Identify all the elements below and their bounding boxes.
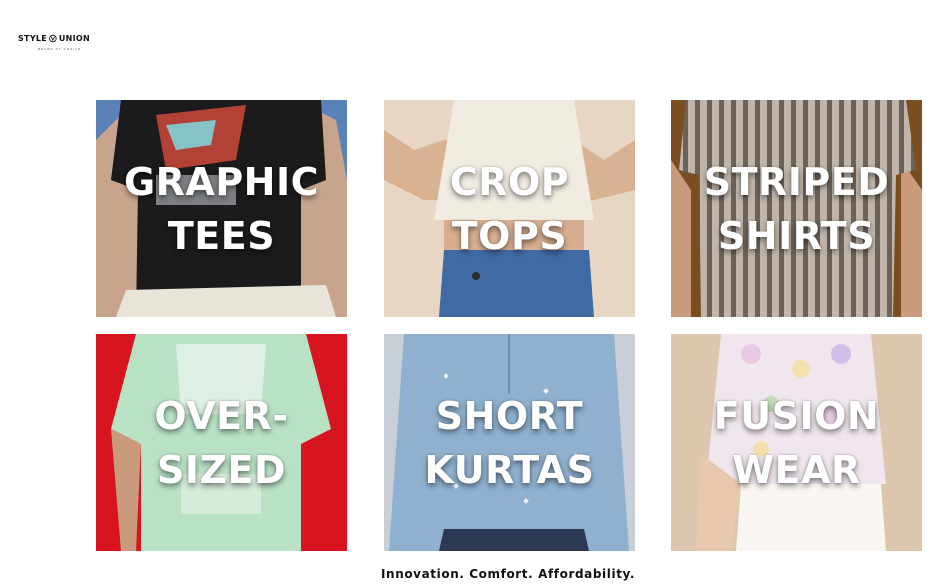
category-tile-striped-shirts[interactable]: STRIPED SHIRTS — [671, 100, 922, 317]
brand-subtitle: BRAND OF CHOICE — [38, 47, 82, 51]
logo-monogram-icon — [49, 34, 57, 43]
oversized-label: OVER- SIZED — [154, 393, 289, 492]
crop-tops-label: CROP TOPS — [449, 159, 570, 258]
category-grid: GRAPHIC TEES CROP TOPS STRIPED SHIRTS OV… — [96, 100, 922, 551]
striped-shirts-label: STRIPED SHIRTS — [703, 159, 890, 258]
brand-name-right: UNION — [58, 34, 90, 43]
category-tile-oversized[interactable]: OVER- SIZED — [96, 334, 347, 551]
category-tile-crop-tops[interactable]: CROP TOPS — [384, 100, 635, 317]
category-tile-graphic-tees[interactable]: GRAPHIC TEES — [96, 100, 347, 317]
tagline: Innovation. Comfort. Affordability. — [380, 567, 636, 581]
brand-logo[interactable]: STYLE UNION BRAND OF CHOICE — [18, 32, 90, 54]
brand-name-left: STYLE — [18, 34, 48, 43]
fusion-wear-label: FUSION WEAR — [713, 393, 880, 492]
category-tile-short-kurtas[interactable]: SHORT KURTAS — [384, 334, 635, 551]
category-tile-fusion-wear[interactable]: FUSION WEAR — [671, 334, 922, 551]
short-kurtas-label: SHORT KURTAS — [424, 393, 595, 492]
graphic-tees-label: GRAPHIC TEES — [123, 159, 320, 258]
